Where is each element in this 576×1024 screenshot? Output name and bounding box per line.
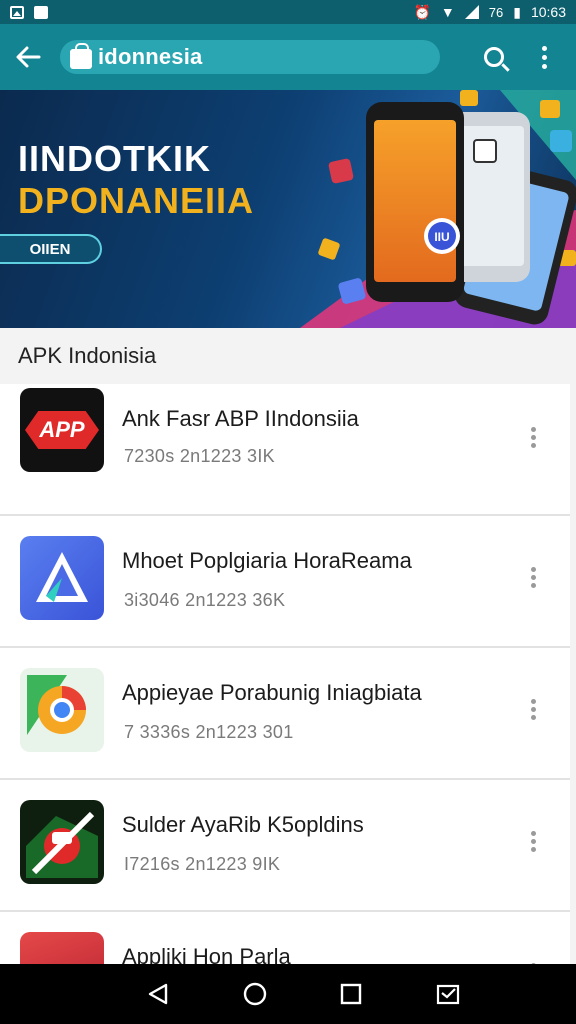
item-more-button[interactable] — [516, 560, 550, 594]
nav-home-icon — [243, 982, 266, 1006]
nav-back-icon — [149, 983, 168, 1005]
search-icon — [484, 47, 504, 67]
item-more-button[interactable] — [516, 420, 550, 454]
more-vert-icon — [541, 45, 547, 69]
alarm-icon: ⏰ — [413, 3, 431, 20]
app-badge-icon: APP — [20, 388, 104, 472]
app-title: Sulder AyaRib K5opldins — [122, 812, 364, 837]
app-meta: I7216s 2n1223 9IK — [124, 854, 281, 874]
triangle-logo-icon — [20, 536, 104, 620]
nav-screenshot-button[interactable] — [426, 972, 470, 1016]
section-header: APK Indonisia — [0, 328, 576, 384]
status-time: 10:63 — [530, 4, 566, 20]
overflow-menu-button[interactable] — [522, 35, 566, 79]
app-meta: 3i3046 2n1223 36K — [124, 590, 286, 610]
list-item[interactable]: APP Ank Fasr ABP IIndonsiia 7230s 2n1223… — [0, 384, 570, 516]
list-item[interactable]: Mhoet Poplgiaria HoraReama 3i3046 2n1223… — [0, 516, 570, 648]
phone-badge-text: IIU — [434, 230, 449, 244]
status-right: ⏰ ▼ 76 ▮ 10:63 — [413, 4, 566, 21]
back-button[interactable] — [0, 29, 56, 85]
app-title: Ank Fasr ABP IIndonsiia — [122, 406, 359, 431]
status-bar: ⏰ ▼ 76 ▮ 10:63 — [0, 0, 576, 24]
app-meta: 7 3336s 2n1223 301 — [124, 722, 294, 742]
file-notification-icon — [34, 5, 48, 19]
status-left — [10, 5, 48, 19]
app-bar: idonnesia — [0, 24, 576, 90]
search-button[interactable] — [472, 35, 516, 79]
screenshot-icon — [436, 984, 459, 1005]
banner-open-button[interactable]: OIIEN — [0, 234, 102, 264]
nav-home-button[interactable] — [233, 972, 277, 1016]
app-bar-actions — [472, 35, 576, 79]
app-meta: 7230s 2n1223 3IK — [124, 446, 275, 466]
shopping-bag-icon — [70, 43, 92, 69]
system-nav-bar — [0, 964, 576, 1024]
browser-ring-icon — [20, 668, 104, 752]
signal-icon — [464, 5, 479, 19]
crossed-out-icon — [20, 800, 104, 884]
item-more-button[interactable] — [516, 824, 550, 858]
app-title-pill[interactable]: idonnesia — [60, 40, 440, 74]
screen: ⏰ ▼ 76 ▮ 10:63 idonnesia IINDOTKIK DPONA — [0, 0, 576, 1024]
nav-recents-icon — [341, 983, 362, 1005]
app-badge-text: APP — [25, 411, 99, 449]
list-item[interactable]: Appieyae Porabunig Iniagbiata 7 3336s 2n… — [0, 648, 570, 780]
list-item[interactable]: Sulder AyaRib K5opldins I7216s 2n1223 9I… — [0, 780, 570, 912]
banner-title-line1: IINDOTKIK — [18, 138, 211, 179]
app-title: Mhoet Poplgiaria HoraReama — [122, 548, 412, 573]
banner-phones-illustration: IIU — [300, 90, 576, 328]
arrow-back-icon — [16, 46, 41, 68]
nav-back-button[interactable] — [136, 972, 180, 1016]
battery-label: 76 — [488, 4, 504, 20]
battery-icon: ▮ — [513, 3, 521, 20]
promo-banner[interactable]: IINDOTKIK DPONANEIIA OIIEN IIU — [0, 90, 576, 328]
gallery-notification-icon — [10, 5, 24, 19]
banner-title-line2: DPONANEIIA — [18, 180, 255, 221]
app-list: APP Ank Fasr ABP IIndonsiia 7230s 2n1223… — [0, 384, 570, 1024]
app-title: Appieyae Porabunig Iniagbiata — [122, 680, 422, 705]
app-title: idonnesia — [98, 44, 203, 69]
nav-recents-button[interactable] — [329, 972, 373, 1016]
wifi-icon: ▼ — [440, 4, 455, 20]
item-more-button[interactable] — [516, 692, 550, 726]
